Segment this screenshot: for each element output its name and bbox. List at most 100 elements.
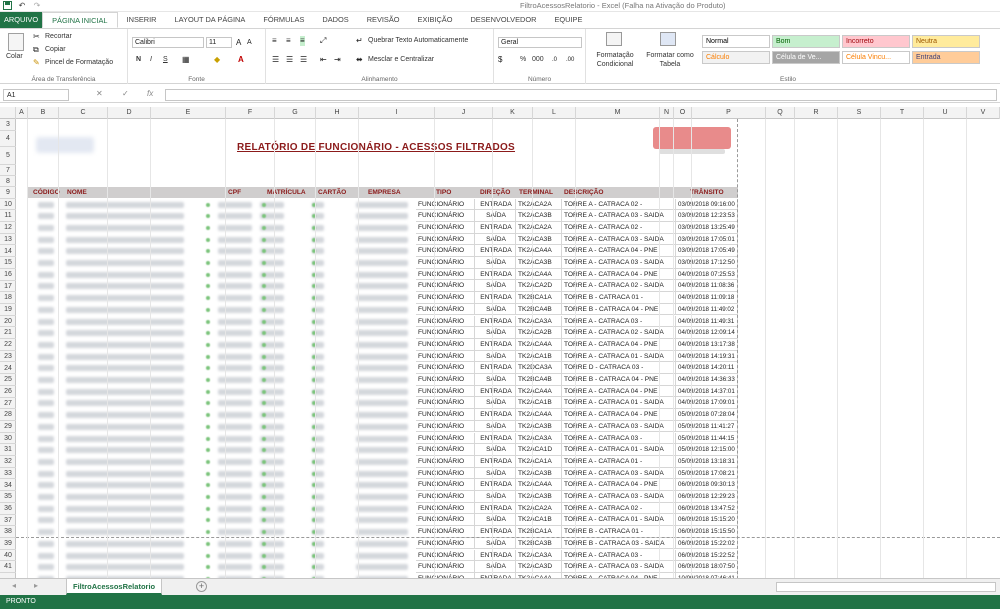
tab-data[interactable]: DADOS (313, 12, 357, 28)
tab-developer[interactable]: DESENVOLVEDOR (461, 12, 545, 28)
cell-direcao[interactable]: ENTRADA (475, 315, 516, 328)
cell-terminal[interactable]: TK2ACA1D (516, 444, 562, 456)
cell-direcao[interactable]: ENTRADA (475, 338, 516, 351)
cell-direcao[interactable]: SAÍDA (475, 491, 516, 503)
cell-tipo[interactable]: FUNCIONÁRIO (416, 233, 475, 246)
cell-tipo[interactable]: FUNCIONÁRIO (416, 397, 475, 410)
cell-terminal[interactable]: TK2ACA2B (516, 327, 562, 339)
cell-style-1[interactable]: Bom (772, 35, 840, 48)
cell-direcao[interactable]: SAÍDA (475, 374, 516, 386)
cell-tipo[interactable]: FUNCIONÁRIO (416, 491, 475, 503)
cell-terminal[interactable]: TK2ACA3A (516, 432, 562, 445)
cell-tipo[interactable]: FUNCIONÁRIO (416, 467, 475, 480)
cell-transito[interactable]: 05/09/2018 13:18:31 (676, 455, 738, 468)
cell-transito[interactable]: 05/09/2018 07:28:04 (676, 409, 738, 421)
cell-transito[interactable]: 04/09/2018 13:17:38 (676, 338, 738, 351)
cell-style-2[interactable]: Incorreto (842, 35, 910, 48)
cell-tipo[interactable]: FUNCIONÁRIO (416, 268, 475, 281)
number-format-select[interactable]: Geral (498, 37, 582, 48)
cell-transito[interactable]: 04/09/2018 14:37:01 (676, 385, 738, 398)
cell-terminal[interactable]: TK2ACA1B (516, 514, 562, 527)
decrease-decimal-icon[interactable]: .00 (566, 55, 574, 65)
cell-direcao[interactable]: ENTRADA (475, 409, 516, 421)
cell-transito[interactable]: 03/09/2018 17:12:50 (676, 257, 738, 269)
tab-page-layout[interactable]: LAYOUT DA PÁGINA (166, 12, 255, 28)
table-row[interactable]: FUNCIONÁRIO SAÍDA TK2BCA3B TORRE B - CATRAC… (28, 537, 738, 550)
cell-tipo[interactable]: FUNCIONÁRIO (416, 374, 475, 386)
sheet-tab-filtroacessos[interactable]: FiltroAcessosRelatorio (66, 579, 163, 595)
cell-transito[interactable]: 05/09/2018 11:44:15 (676, 432, 738, 445)
save-icon[interactable] (2, 1, 12, 11)
table-row[interactable]: FUNCIONÁRIO ENTRADA TK2ACA3A TORRE A - CATR… (28, 549, 738, 562)
cell-tipo[interactable]: FUNCIONÁRIO (416, 409, 475, 421)
table-row[interactable]: FUNCIONÁRIO SAÍDA TK2BCA4B TORRE B - CATRAC… (28, 374, 738, 386)
cell-style-5[interactable]: Célula de Ve... (772, 51, 840, 64)
shrink-font-icon[interactable]: A (247, 38, 252, 48)
cell-style-6[interactable]: Célula Vincu... (842, 51, 910, 64)
tab-review[interactable]: REVISÃO (358, 12, 409, 28)
cell-direcao[interactable]: SAÍDA (475, 420, 516, 433)
cell-transito[interactable]: 04/09/2018 17:09:01 (676, 397, 738, 410)
cell-transito[interactable]: 03/09/2018 13:25:49 (676, 221, 738, 234)
table-row[interactable]: FUNCIONÁRIOENTRADATK2ACA4ATORRE A - CATR… (28, 338, 738, 351)
table-row[interactable]: FUNCIONÁRIOENTRADATK2ACA4ATORRE A - CATR… (28, 479, 738, 491)
table-row[interactable]: FUNCIONÁRIO SAÍDA TK2ACA3B TORRE A - CATRAC… (28, 210, 738, 222)
borders-icon[interactable]: ▦ (182, 55, 190, 65)
cut-button[interactable]: Recortar (45, 33, 72, 40)
cell-tipo[interactable]: FUNCIONÁRIO (416, 303, 475, 316)
cell-direcao[interactable]: ENTRADA (475, 292, 516, 304)
align-middle-icon[interactable]: ≡ (286, 36, 291, 46)
table-row[interactable]: FUNCIONÁRIO SAÍDA TK2ACA1B TORRE A - CATRAC… (28, 514, 738, 527)
table-row[interactable]: FUNCIONÁRIO ENTRADA TK2ACA3A TORRE A - CATR… (28, 432, 738, 445)
redo-icon[interactable]: ↷ (32, 1, 42, 11)
cell-terminal[interactable]: TK2ACA4A (516, 479, 562, 491)
fill-color-icon[interactable]: ◆ (214, 55, 220, 65)
font-size-select[interactable]: 11 (206, 37, 232, 48)
cell-style-4[interactable]: Cálculo (702, 51, 770, 64)
cell-terminal[interactable]: TK2DCA3A (516, 362, 562, 374)
merge-center-button[interactable]: Mesclar e Centralizar (368, 56, 434, 63)
cell-terminal[interactable]: TK2ACA3B (516, 491, 562, 503)
table-row[interactable]: FUNCIONÁRIO SAÍDA TK2BCA4B TORRE B - CATRAC… (28, 303, 738, 316)
currency-icon[interactable]: $ (498, 55, 502, 65)
cell-direcao[interactable]: SAÍDA (475, 303, 516, 316)
cell-tipo[interactable]: FUNCIONÁRIO (416, 444, 475, 456)
cell-terminal[interactable]: TK2ACA4A (516, 268, 562, 281)
cell-tipo[interactable]: FUNCIONÁRIO (416, 432, 475, 445)
cell-direcao[interactable]: SAÍDA (475, 561, 516, 573)
cell-terminal[interactable]: TK2ACA3B (516, 233, 562, 246)
cell-tipo[interactable]: FUNCIONÁRIO (416, 455, 475, 468)
table-row[interactable]: FUNCIONÁRIO SAÍDA TK2ACA3D TORRE A - CATRAC… (28, 561, 738, 573)
cell-tipo[interactable]: FUNCIONÁRIO (416, 502, 475, 515)
cell-terminal[interactable]: TK2ACA3B (516, 467, 562, 480)
sheet-next-icon[interactable]: ▸ (34, 581, 38, 590)
enter-icon[interactable]: ✓ (122, 89, 129, 98)
cancel-icon[interactable]: ✕ (96, 89, 103, 98)
table-row[interactable]: FUNCIONÁRIO ENTRADA TK2ACA3A TORRE A - CATR… (28, 315, 738, 328)
formula-input[interactable] (165, 89, 997, 101)
cell-terminal[interactable]: TK2BCA4B (516, 374, 562, 386)
cell-transito[interactable]: 03/09/2018 09:16:00 (676, 198, 738, 211)
bold-button[interactable]: N (136, 56, 141, 63)
underline-button[interactable]: S (163, 56, 168, 63)
cell-terminal[interactable]: TK2ACA2A (516, 221, 562, 234)
table-row[interactable]: FUNCIONÁRIO SAÍDA TK2ACA2B TORRE A - CATRAC… (28, 327, 738, 339)
cell-direcao[interactable]: SAÍDA (475, 467, 516, 480)
paste-icon[interactable] (8, 33, 24, 51)
increase-decimal-icon[interactable]: .0 (552, 55, 557, 65)
copy-button[interactable]: Copiar (45, 46, 66, 53)
align-top-icon[interactable]: ≡ (272, 36, 277, 46)
cell-direcao[interactable]: SAÍDA (475, 514, 516, 527)
cell-tipo[interactable]: FUNCIONÁRIO (416, 245, 475, 257)
cell-direcao[interactable]: SAÍDA (475, 327, 516, 339)
orientation-icon[interactable]: ⤢ (320, 36, 326, 46)
thousands-button[interactable]: 000 (532, 56, 544, 63)
cell-direcao[interactable]: ENTRADA (475, 198, 516, 211)
align-left-icon[interactable]: ☰ (272, 55, 279, 65)
cell-transito[interactable]: 03/09/2018 12:23:53 (676, 210, 738, 222)
cell-style-3[interactable]: Neutra (912, 35, 980, 48)
table-row[interactable]: FUNCIONÁRIO SAÍDA TK2ACA2D TORRE A - CATRAC… (28, 280, 738, 293)
cell-terminal[interactable]: TK2ACA2D (516, 280, 562, 293)
cell-direcao[interactable]: SAÍDA (475, 444, 516, 456)
cell-transito[interactable]: 06/09/2018 15:15:20 (676, 514, 738, 527)
